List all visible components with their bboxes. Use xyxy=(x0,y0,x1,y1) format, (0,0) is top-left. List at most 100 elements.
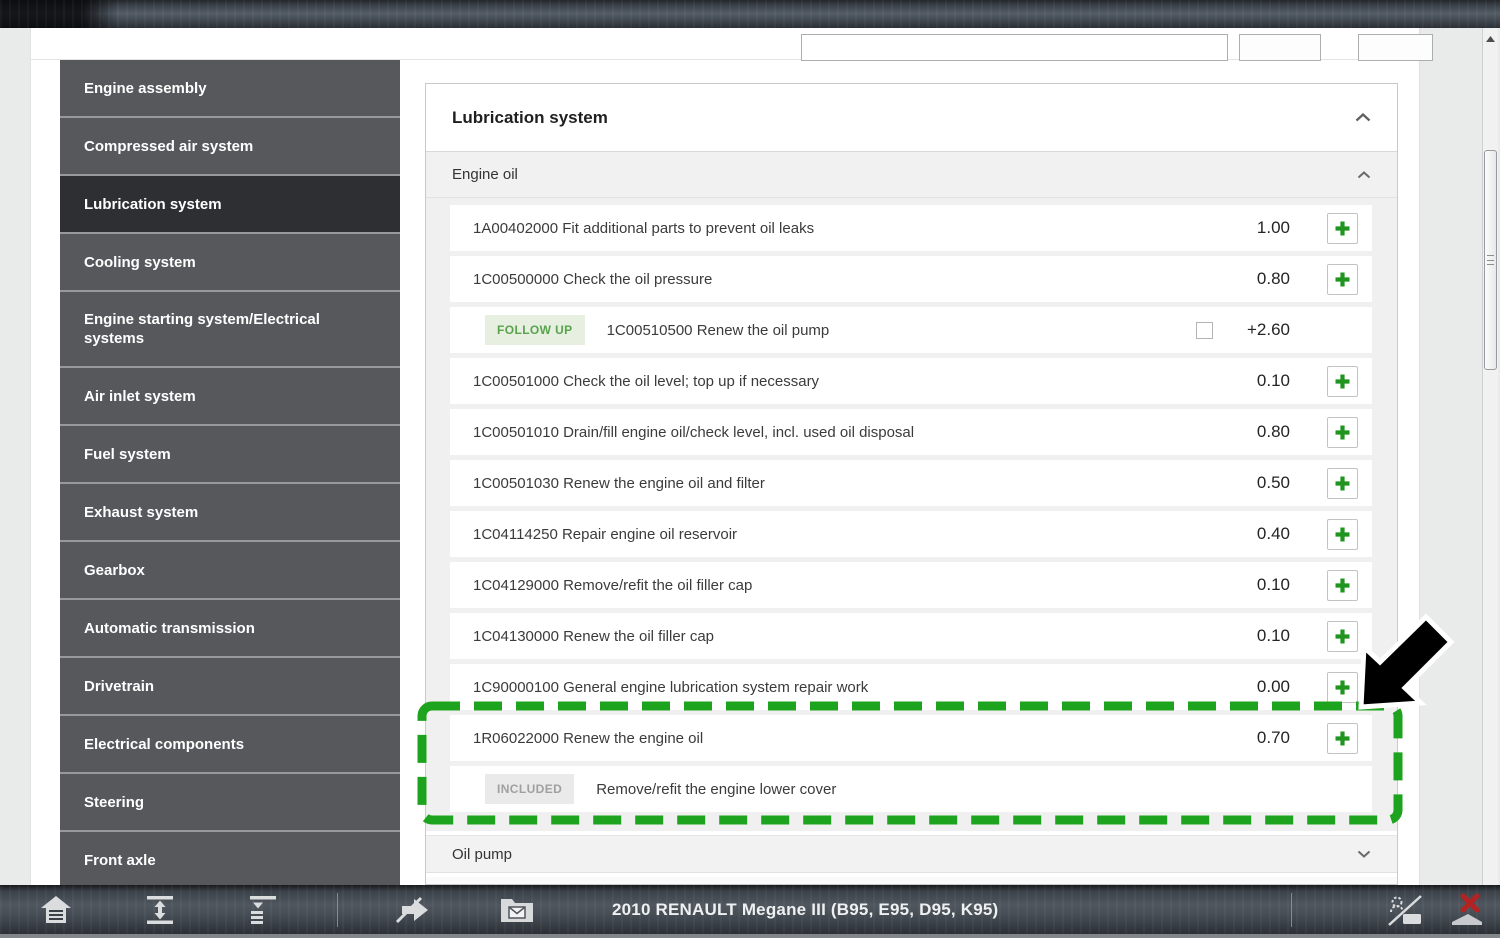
collapse-sections-icon[interactable] xyxy=(246,885,280,934)
toolbar-divider xyxy=(337,893,338,927)
sidebar-item[interactable]: Steering xyxy=(60,774,400,832)
metal-texture xyxy=(0,0,1500,28)
action-slot xyxy=(1327,417,1358,448)
chevron-up-icon xyxy=(1357,171,1371,179)
sidebar-item[interactable]: Compressed air system xyxy=(60,118,400,176)
operation-desc: Fit additional parts to prevent oil leak… xyxy=(562,220,814,237)
operation-text: 1C00500000 Check the oil pressure xyxy=(473,271,1226,288)
sidebar-item[interactable]: Fuel system xyxy=(60,426,400,484)
operation-desc: Renew the engine oil and filter xyxy=(563,475,765,492)
operation-list: 1A00402000 Fit additional parts to preve… xyxy=(426,198,1397,831)
home-icon[interactable] xyxy=(39,885,73,934)
sidebar-item[interactable]: Engine starting system/Electrical system… xyxy=(60,292,400,368)
sidebar-item[interactable]: Cooling system xyxy=(60,234,400,292)
sidebar-item-label: Compressed air system xyxy=(84,137,253,156)
time-value: +2.60 xyxy=(1226,320,1290,340)
add-icon xyxy=(1334,424,1351,441)
app-window: Engine assembly Compressed air system Lubr… xyxy=(0,0,1500,938)
add-operation-button[interactable] xyxy=(1327,723,1358,754)
sidebar-item-label: Lubrication system xyxy=(84,195,222,214)
sidebar-item[interactable]: Air inlet system xyxy=(60,368,400,426)
lubrication-panel: Lubrication system Engine oil 1A00402000… xyxy=(425,83,1398,885)
add-icon xyxy=(1334,526,1351,543)
operation-code: 1C04114250 xyxy=(473,526,562,543)
sidebar-item-label: Cooling system xyxy=(84,253,196,272)
search-input[interactable] xyxy=(801,34,1228,61)
top-button-2[interactable] xyxy=(1358,34,1433,61)
sidebar-item[interactable]: Electrical components xyxy=(60,716,400,774)
scroll-thumb[interactable] xyxy=(1484,150,1497,370)
sidebar-item[interactable]: Automatic transmission xyxy=(60,600,400,658)
operation-code: 1C04130000 xyxy=(473,628,563,645)
sidebar-item[interactable]: Exhaust system xyxy=(60,484,400,542)
sidebar-item[interactable]: Lubrication system xyxy=(60,176,400,234)
top-button-1[interactable] xyxy=(1239,34,1321,61)
expand-sections-icon[interactable] xyxy=(143,885,177,934)
bottom-toolbar: 2010 RENAULT Megane III (B95, E95, D95, … xyxy=(0,885,1500,938)
add-operation-button[interactable] xyxy=(1327,264,1358,295)
section-label: Oil pump xyxy=(452,846,1357,863)
add-icon xyxy=(1334,679,1351,696)
time-value: 0.70 xyxy=(1226,728,1290,748)
action-slot xyxy=(1327,672,1358,703)
add-operation-button[interactable] xyxy=(1327,672,1358,703)
operation-text: 1R06022000 Renew the engine oil xyxy=(473,730,1226,747)
input-disabled-icon[interactable] xyxy=(1386,885,1424,934)
operation-desc: Check the oil pressure xyxy=(563,271,712,288)
add-icon xyxy=(1334,730,1351,747)
title-bar xyxy=(0,0,1500,28)
operation-text: 1C00501030 Renew the engine oil and filt… xyxy=(473,475,1226,492)
operation-code: 1A00402000 xyxy=(473,220,562,237)
follow-up-checkbox[interactable] xyxy=(1196,322,1213,339)
operation-row: FOLLOW UP1C00510500 Renew the oil pump+2… xyxy=(450,307,1372,353)
action-slot xyxy=(1327,570,1358,601)
transfer-icon[interactable] xyxy=(393,885,431,934)
scroll-up-arrow[interactable] xyxy=(1483,32,1498,46)
add-operation-button[interactable] xyxy=(1327,366,1358,397)
operation-row: INCLUDEDRemove/refit the engine lower co… xyxy=(450,766,1372,812)
panel-title: Lubrication system xyxy=(452,108,1355,128)
operation-desc: Remove/refit the engine lower cover xyxy=(596,781,836,798)
operation-row: 1R06022000 Renew the engine oil0.70 xyxy=(450,715,1372,761)
add-operation-button[interactable] xyxy=(1327,570,1358,601)
time-value: 0.80 xyxy=(1226,422,1290,442)
sidebar-item-label: Exhaust system xyxy=(84,503,198,522)
section-label: Engine oil xyxy=(452,166,1357,183)
exit-icon[interactable] xyxy=(1448,885,1486,934)
sidebar-item[interactable]: Drivetrain xyxy=(60,658,400,716)
operation-text: Remove/refit the engine lower cover xyxy=(596,781,1290,798)
section-oil-pump[interactable]: Oil pump xyxy=(426,835,1397,873)
next-section-partial xyxy=(426,877,1397,885)
sidebar-item-label: Drivetrain xyxy=(84,677,154,696)
operation-code: 1C00501000 xyxy=(473,373,563,390)
operation-desc: General engine lubrication system repair… xyxy=(563,679,868,696)
sidebar-item-label: Engine starting system/Electrical system… xyxy=(84,310,376,348)
add-operation-button[interactable] xyxy=(1327,213,1358,244)
operation-row: 1C04114250 Repair engine oil reservoir0.… xyxy=(450,511,1372,557)
operation-text: 1C90000100 General engine lubrication sy… xyxy=(473,679,1226,696)
operation-code: 1R06022000 xyxy=(473,730,563,747)
folder-mail-icon[interactable] xyxy=(499,885,535,934)
operation-desc: Renew the oil pump xyxy=(697,322,830,339)
time-value: 0.50 xyxy=(1226,473,1290,493)
sidebar-item-label: Front axle xyxy=(84,851,156,870)
section-engine-oil[interactable]: Engine oil xyxy=(426,152,1397,198)
sidebar-item-label: Steering xyxy=(84,793,144,812)
sidebar-item[interactable]: Engine assembly xyxy=(60,60,400,118)
panel-collapse-header[interactable]: Lubrication system xyxy=(426,84,1397,152)
action-slot xyxy=(1327,621,1358,652)
sidebar-item[interactable]: Front axle xyxy=(60,832,400,885)
time-value: 0.00 xyxy=(1226,677,1290,697)
action-slot xyxy=(1327,519,1358,550)
operation-code: 1C00501030 xyxy=(473,475,563,492)
add-operation-button[interactable] xyxy=(1327,519,1358,550)
operation-desc: Check the oil level; top up if necessary xyxy=(563,373,819,390)
scrollbar[interactable] xyxy=(1482,28,1498,885)
time-value: 0.10 xyxy=(1226,626,1290,646)
add-operation-button[interactable] xyxy=(1327,417,1358,448)
operation-row: 1C04130000 Renew the oil filler cap0.10 xyxy=(450,613,1372,659)
add-operation-button[interactable] xyxy=(1327,468,1358,499)
sidebar-item[interactable]: Gearbox xyxy=(60,542,400,600)
add-operation-button[interactable] xyxy=(1327,621,1358,652)
operation-code: 1C00500000 xyxy=(473,271,563,288)
